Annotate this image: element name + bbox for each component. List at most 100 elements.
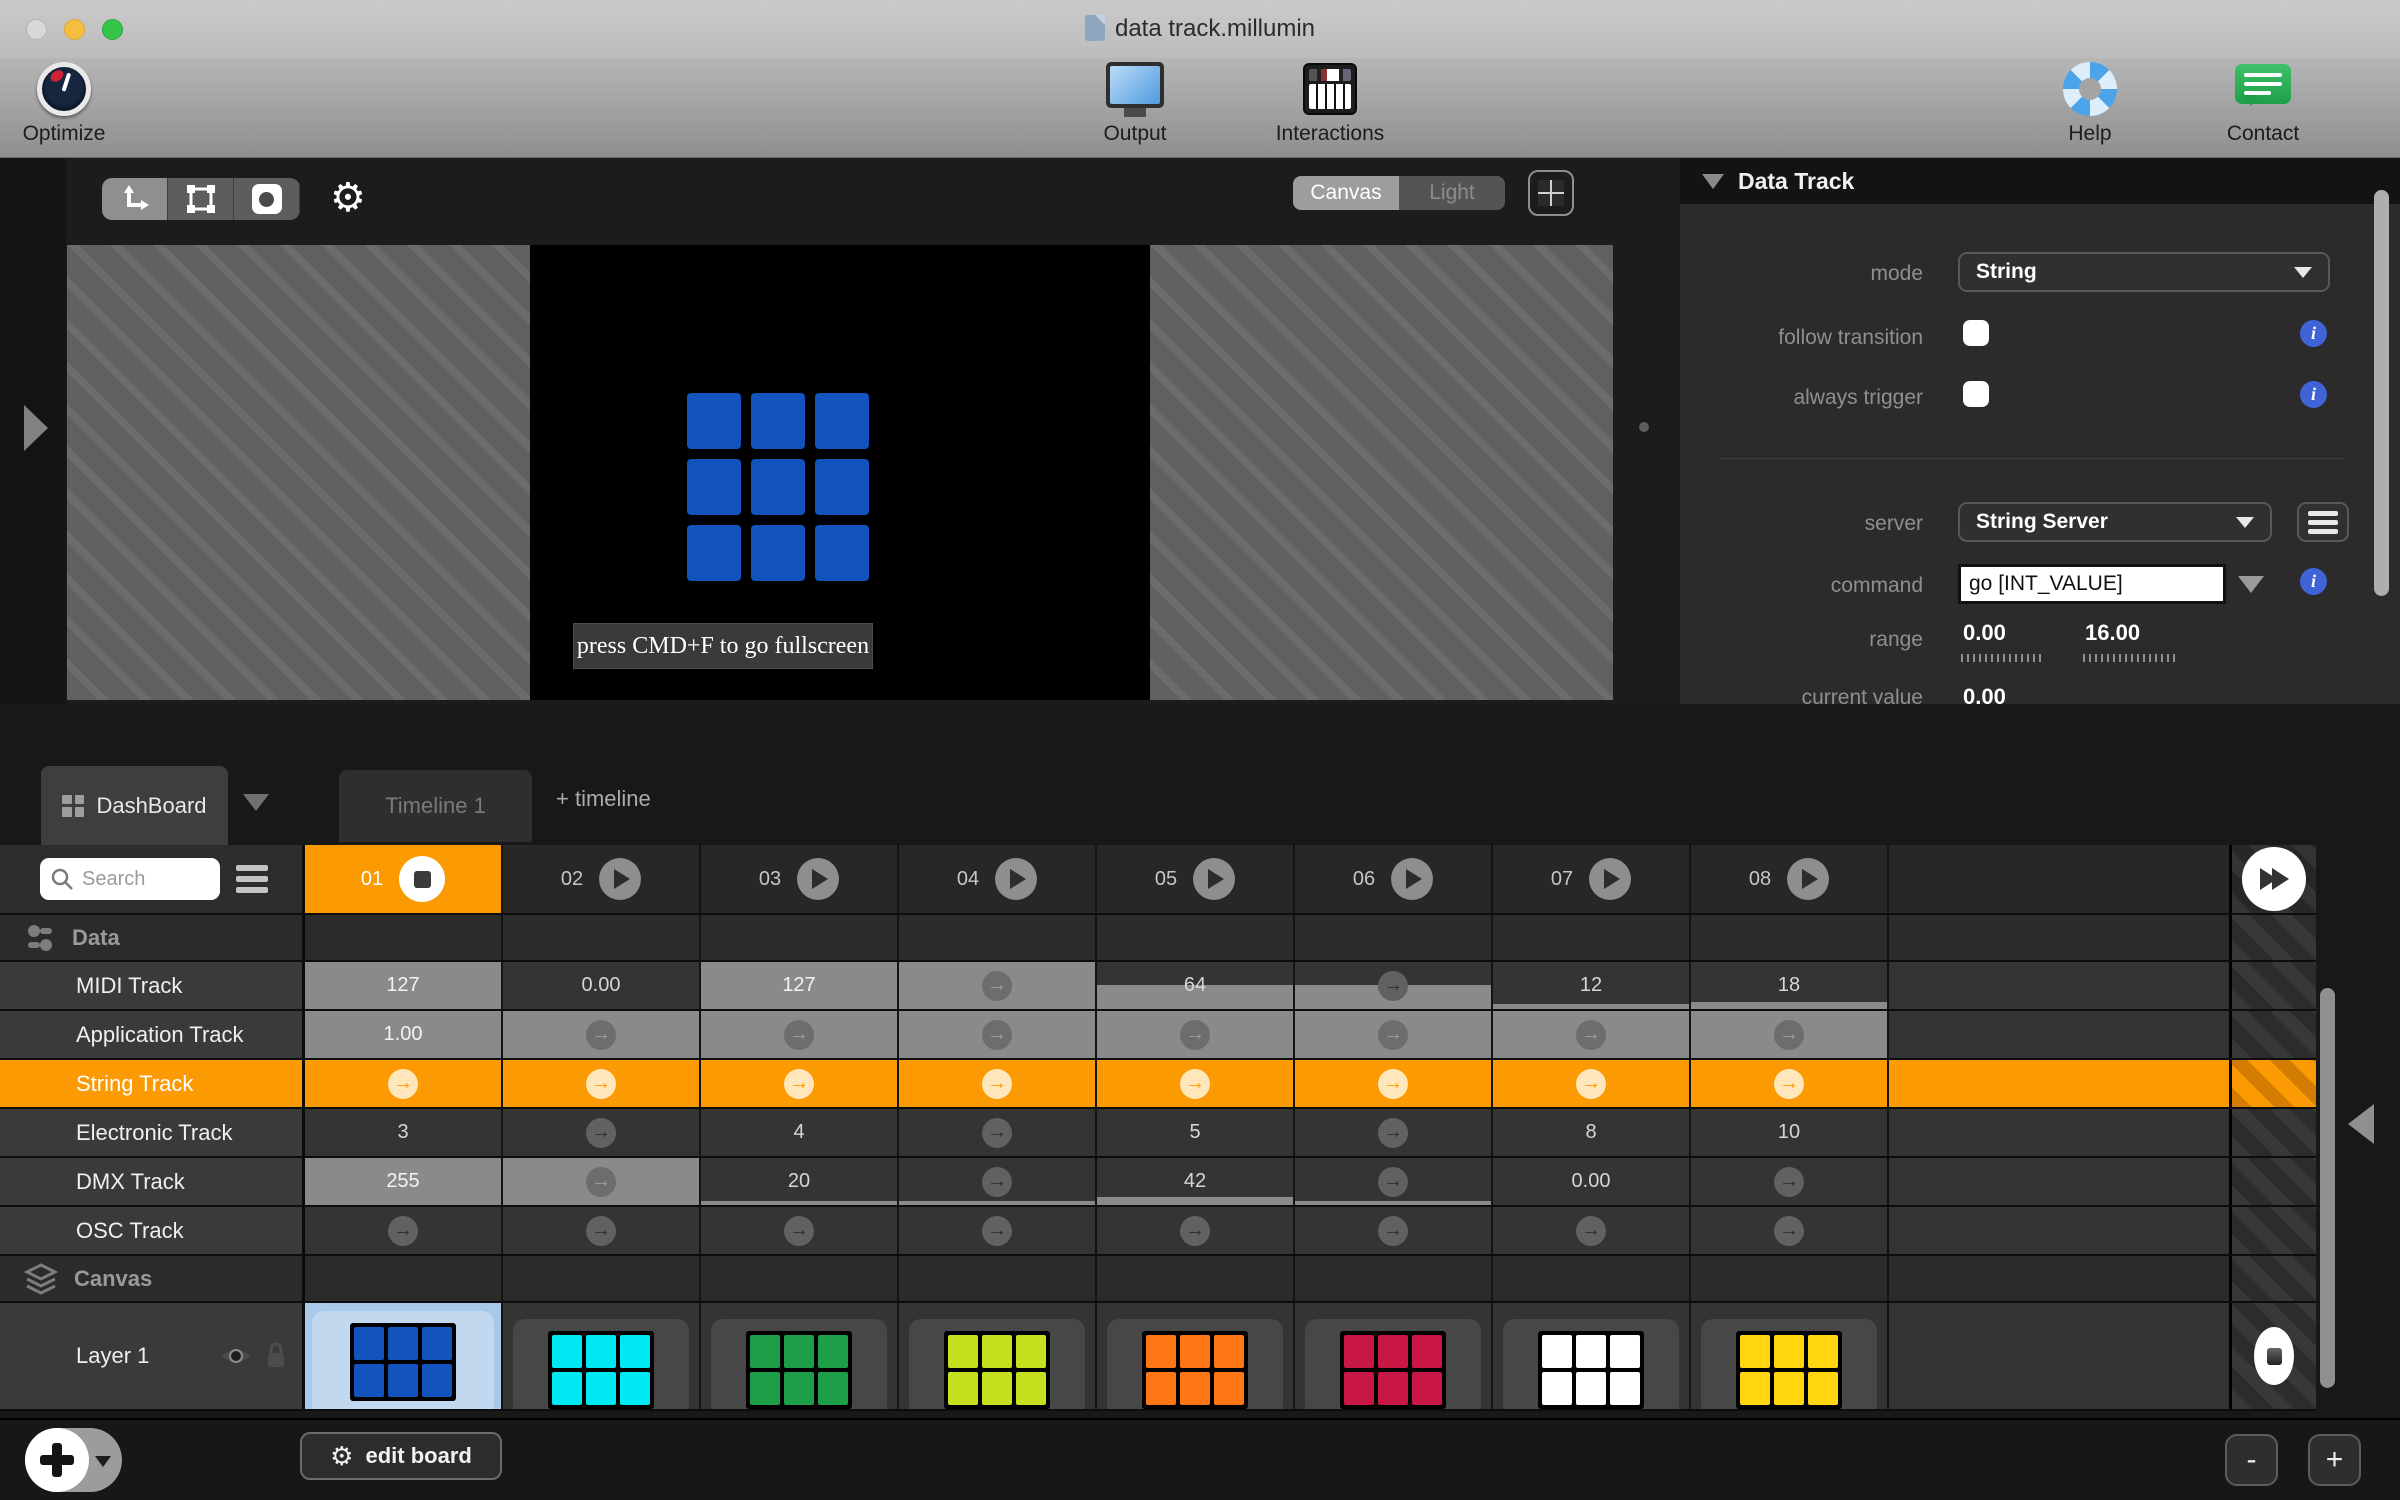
layer-thumbnail[interactable] [1503,1319,1679,1409]
row-name-cell[interactable]: Application Track [0,1011,305,1058]
layer-thumbnail[interactable] [1701,1319,1877,1409]
column-header-05[interactable]: 05 [1097,845,1295,913]
range-max-slider[interactable] [2083,654,2177,662]
cell[interactable]: 20 [701,1158,899,1205]
cell[interactable]: → [899,1060,1097,1107]
cell[interactable]: → [899,1158,1097,1205]
layer-thumbnail[interactable] [1305,1319,1481,1409]
cell[interactable]: → [1691,1158,1889,1205]
cell[interactable]: 42 [1097,1158,1295,1205]
cell[interactable]: → [503,1158,701,1205]
grid-view-button[interactable] [1528,170,1574,216]
cell[interactable]: 4 [701,1109,899,1156]
play-button[interactable] [1589,858,1632,900]
cell[interactable]: → [503,1060,701,1107]
optimize-button[interactable]: Optimize [8,58,120,146]
layer-thumbnail[interactable] [1107,1319,1283,1409]
cell[interactable]: 255 [305,1158,503,1205]
layer-visibility-toggle[interactable] [220,1345,252,1367]
cell[interactable]: → [503,1011,701,1058]
range-min-value[interactable]: 0.00 [1963,620,2006,646]
row-name-cell[interactable]: Layer 1 [0,1303,305,1409]
cell[interactable]: 8 [1493,1109,1691,1156]
cell[interactable]: → [1097,1060,1295,1107]
grid-scrollbar[interactable] [2320,988,2335,1388]
play-button[interactable] [1391,858,1434,900]
zoom-in-button[interactable]: + [2308,1434,2361,1486]
lock-icon[interactable] [264,1341,288,1371]
layer-cell[interactable] [503,1303,701,1409]
cell[interactable]: → [1295,1207,1493,1254]
follow-transition-checkbox[interactable] [1963,320,1989,346]
cell[interactable]: → [503,1207,701,1254]
inspector-header[interactable]: Data Track [1680,158,2400,204]
cell[interactable]: → [899,1011,1097,1058]
cell[interactable]: → [1691,1207,1889,1254]
cell[interactable]: → [701,1011,899,1058]
cell[interactable]: → [1295,1060,1493,1107]
cell[interactable]: → [1493,1011,1691,1058]
layer-lock-toggle[interactable] [264,1341,288,1371]
follow-transition-info-icon[interactable]: i [2300,320,2327,347]
view-mode-canvas[interactable]: Canvas [1293,176,1399,210]
search-box[interactable] [40,858,220,900]
play-button[interactable] [599,858,642,900]
cell[interactable]: → [899,1109,1097,1156]
add-track-menu-icon[interactable] [95,1456,111,1467]
cell[interactable]: 0.00 [1493,1158,1691,1205]
track-filter-menu-icon[interactable] [236,865,268,893]
command-presets-icon[interactable] [2238,576,2264,593]
layer-stop-button[interactable] [2254,1327,2294,1385]
fast-forward-button[interactable] [2242,847,2306,911]
collapse-right-icon[interactable] [2348,1104,2374,1144]
cell[interactable]: → [305,1207,503,1254]
layer-cell[interactable] [1097,1303,1295,1409]
column-header-04[interactable]: 04 [899,845,1097,913]
inspector-scrollbar[interactable] [2374,190,2389,596]
contact-button[interactable]: Contact [2198,58,2328,146]
cell[interactable]: → [1691,1011,1889,1058]
plus-icon[interactable] [25,1428,89,1492]
cell[interactable]: → [1493,1207,1691,1254]
cell[interactable]: 10 [1691,1109,1889,1156]
interactions-button[interactable]: Interactions [1250,58,1410,146]
search-input[interactable] [82,867,207,891]
cell[interactable]: 5 [1097,1109,1295,1156]
cell[interactable]: 1.00 [305,1011,503,1058]
play-button[interactable] [797,858,840,900]
cell[interactable]: → [1295,1158,1493,1205]
mask-tool-button[interactable] [234,178,300,220]
cell[interactable]: → [701,1060,899,1107]
cell[interactable]: → [899,962,1097,1009]
column-header-03[interactable]: 03 [701,845,899,913]
cell[interactable]: 127 [701,962,899,1009]
output-button[interactable]: Output [1073,58,1197,146]
cell[interactable]: 12 [1493,962,1691,1009]
column-header-01[interactable]: 01 [305,845,503,913]
cell[interactable]: → [1295,962,1493,1009]
eye-icon[interactable] [220,1345,252,1367]
always-trigger-info-icon[interactable]: i [2300,381,2327,408]
play-button[interactable] [995,858,1038,900]
cell[interactable]: → [1493,1060,1691,1107]
row-name-cell[interactable]: MIDI Track [0,962,305,1009]
server-dropdown[interactable]: String Server [1958,502,2272,542]
layer-thumbnail[interactable] [513,1319,689,1409]
layer-cell[interactable] [305,1303,503,1409]
column-header-02[interactable]: 02 [503,845,701,913]
add-timeline-button[interactable]: + timeline [556,786,651,812]
server-list-button[interactable] [2297,502,2349,542]
open-left-drawer-icon[interactable] [24,405,48,451]
play-button[interactable] [1787,858,1830,900]
tab-timeline-1[interactable]: Timeline 1 [339,770,532,842]
layer-cell[interactable] [1691,1303,1889,1409]
view-mode-light[interactable]: Light [1399,176,1505,210]
cell[interactable]: → [1097,1207,1295,1254]
move-tool-button[interactable] [102,178,168,220]
tab-dashboard[interactable]: DashBoard [41,766,228,845]
edit-board-button[interactable]: ⚙ edit board [300,1432,502,1480]
cell[interactable]: 64 [1097,962,1295,1009]
always-trigger-checkbox[interactable] [1963,381,1989,407]
layer-cell[interactable] [1295,1303,1493,1409]
cell[interactable]: 0.00 [503,962,701,1009]
